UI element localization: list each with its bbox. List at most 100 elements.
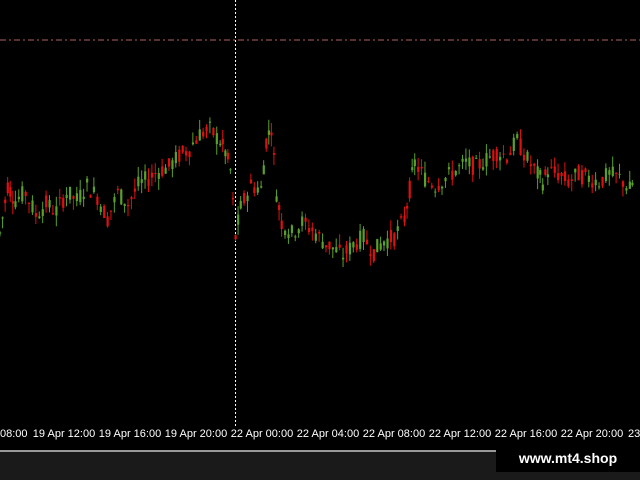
candle-body	[181, 146, 184, 153]
candle-body	[512, 137, 515, 151]
candle-body	[72, 196, 75, 199]
time-tick-label: 22 Apr 16:00	[494, 428, 558, 440]
candle-body	[631, 182, 634, 186]
candle-body	[68, 186, 72, 200]
candle-body	[376, 239, 379, 253]
candle-body	[4, 199, 7, 204]
candle-body	[21, 186, 24, 202]
candle-body	[86, 178, 89, 183]
candle-body	[294, 236, 297, 238]
candle-body	[475, 157, 478, 159]
candle-body	[372, 249, 375, 262]
candle-body	[28, 202, 31, 204]
candle-body	[215, 133, 218, 145]
candle-body	[430, 185, 433, 188]
candle-body	[82, 196, 85, 200]
candle-body	[161, 166, 164, 176]
candle-body	[546, 174, 550, 178]
candle-body	[488, 156, 492, 158]
candle-body	[423, 172, 427, 187]
candle-body	[379, 243, 382, 250]
candle-body	[625, 188, 628, 191]
candle-body	[140, 179, 143, 183]
candle-body	[164, 167, 167, 174]
candle-body	[389, 230, 393, 243]
candle-body	[262, 165, 265, 175]
candle-body	[461, 158, 464, 162]
candle-body	[208, 121, 212, 123]
candle-body	[226, 152, 230, 160]
candle-body	[185, 151, 188, 156]
candle-body	[544, 169, 547, 175]
candle-body	[133, 188, 137, 192]
candle-body	[362, 228, 365, 243]
candle-body	[221, 138, 224, 145]
candle-body	[533, 163, 536, 166]
candle-body	[481, 167, 485, 170]
candle-body	[0, 232, 2, 234]
candle-body	[237, 214, 240, 225]
candle-body	[212, 128, 215, 136]
candle-body	[75, 193, 78, 202]
candle-body	[45, 195, 48, 208]
candle-body	[6, 182, 9, 194]
candle-body	[563, 171, 567, 182]
candle-body	[321, 241, 324, 249]
candle-body	[144, 171, 147, 180]
candle-body	[618, 173, 621, 175]
candle-body	[275, 196, 278, 202]
candle-body	[79, 189, 82, 203]
candle-body	[454, 170, 457, 176]
candle-body	[464, 158, 468, 162]
candle-body	[267, 130, 270, 135]
candle-body	[393, 233, 396, 247]
price-chart[interactable]	[0, 0, 640, 428]
candle-body	[458, 165, 461, 167]
candle-body	[526, 151, 529, 161]
chart-area[interactable]: 08:00 19 Apr 12:00 19 Apr 16:00 19 Apr 20:0…	[0, 0, 640, 450]
candle-body	[417, 166, 420, 172]
candle-body	[314, 233, 317, 241]
candle-body	[11, 201, 14, 204]
candle-body	[157, 173, 160, 179]
candle-body	[608, 170, 611, 175]
candle-body	[359, 230, 362, 249]
candle-body	[615, 172, 618, 174]
candle-body	[123, 203, 126, 207]
candle-body	[205, 126, 208, 132]
time-tick-label: 19 Apr 20:00	[164, 428, 228, 440]
candle-body	[345, 245, 348, 254]
candle-body	[278, 205, 281, 210]
candle-body	[127, 205, 130, 207]
candle-body	[260, 186, 263, 188]
time-tick-label: 08:00	[0, 428, 28, 440]
candle-body	[355, 244, 358, 250]
candle-body	[116, 188, 119, 191]
candle-body	[352, 242, 355, 248]
candle-body	[38, 216, 41, 219]
candle-body	[246, 195, 249, 202]
candle-body	[51, 213, 55, 215]
candle-body	[495, 148, 498, 162]
candle-body	[411, 167, 414, 171]
candle-body	[591, 183, 594, 188]
candle-body	[539, 170, 542, 175]
candle-body	[628, 181, 631, 189]
candle-body	[437, 185, 440, 191]
time-axis: 08:00 19 Apr 12:00 19 Apr 16:00 19 Apr 20:0…	[0, 428, 640, 444]
time-tick-label: 22 Apr 08:00	[362, 428, 426, 440]
candle-body	[413, 159, 416, 167]
time-tick-label: 19 Apr 12:00	[32, 428, 96, 440]
candle-body	[154, 173, 157, 175]
candle-body	[256, 187, 259, 193]
candle-body	[522, 154, 526, 161]
candle-body	[408, 180, 411, 199]
candle-body	[541, 184, 544, 191]
candle-body	[280, 220, 283, 229]
candle-body	[396, 226, 399, 231]
candle-body	[106, 216, 109, 227]
candle-body	[304, 217, 307, 222]
candle-body	[171, 160, 174, 170]
candle-body	[383, 241, 386, 246]
candle-body	[567, 179, 570, 187]
